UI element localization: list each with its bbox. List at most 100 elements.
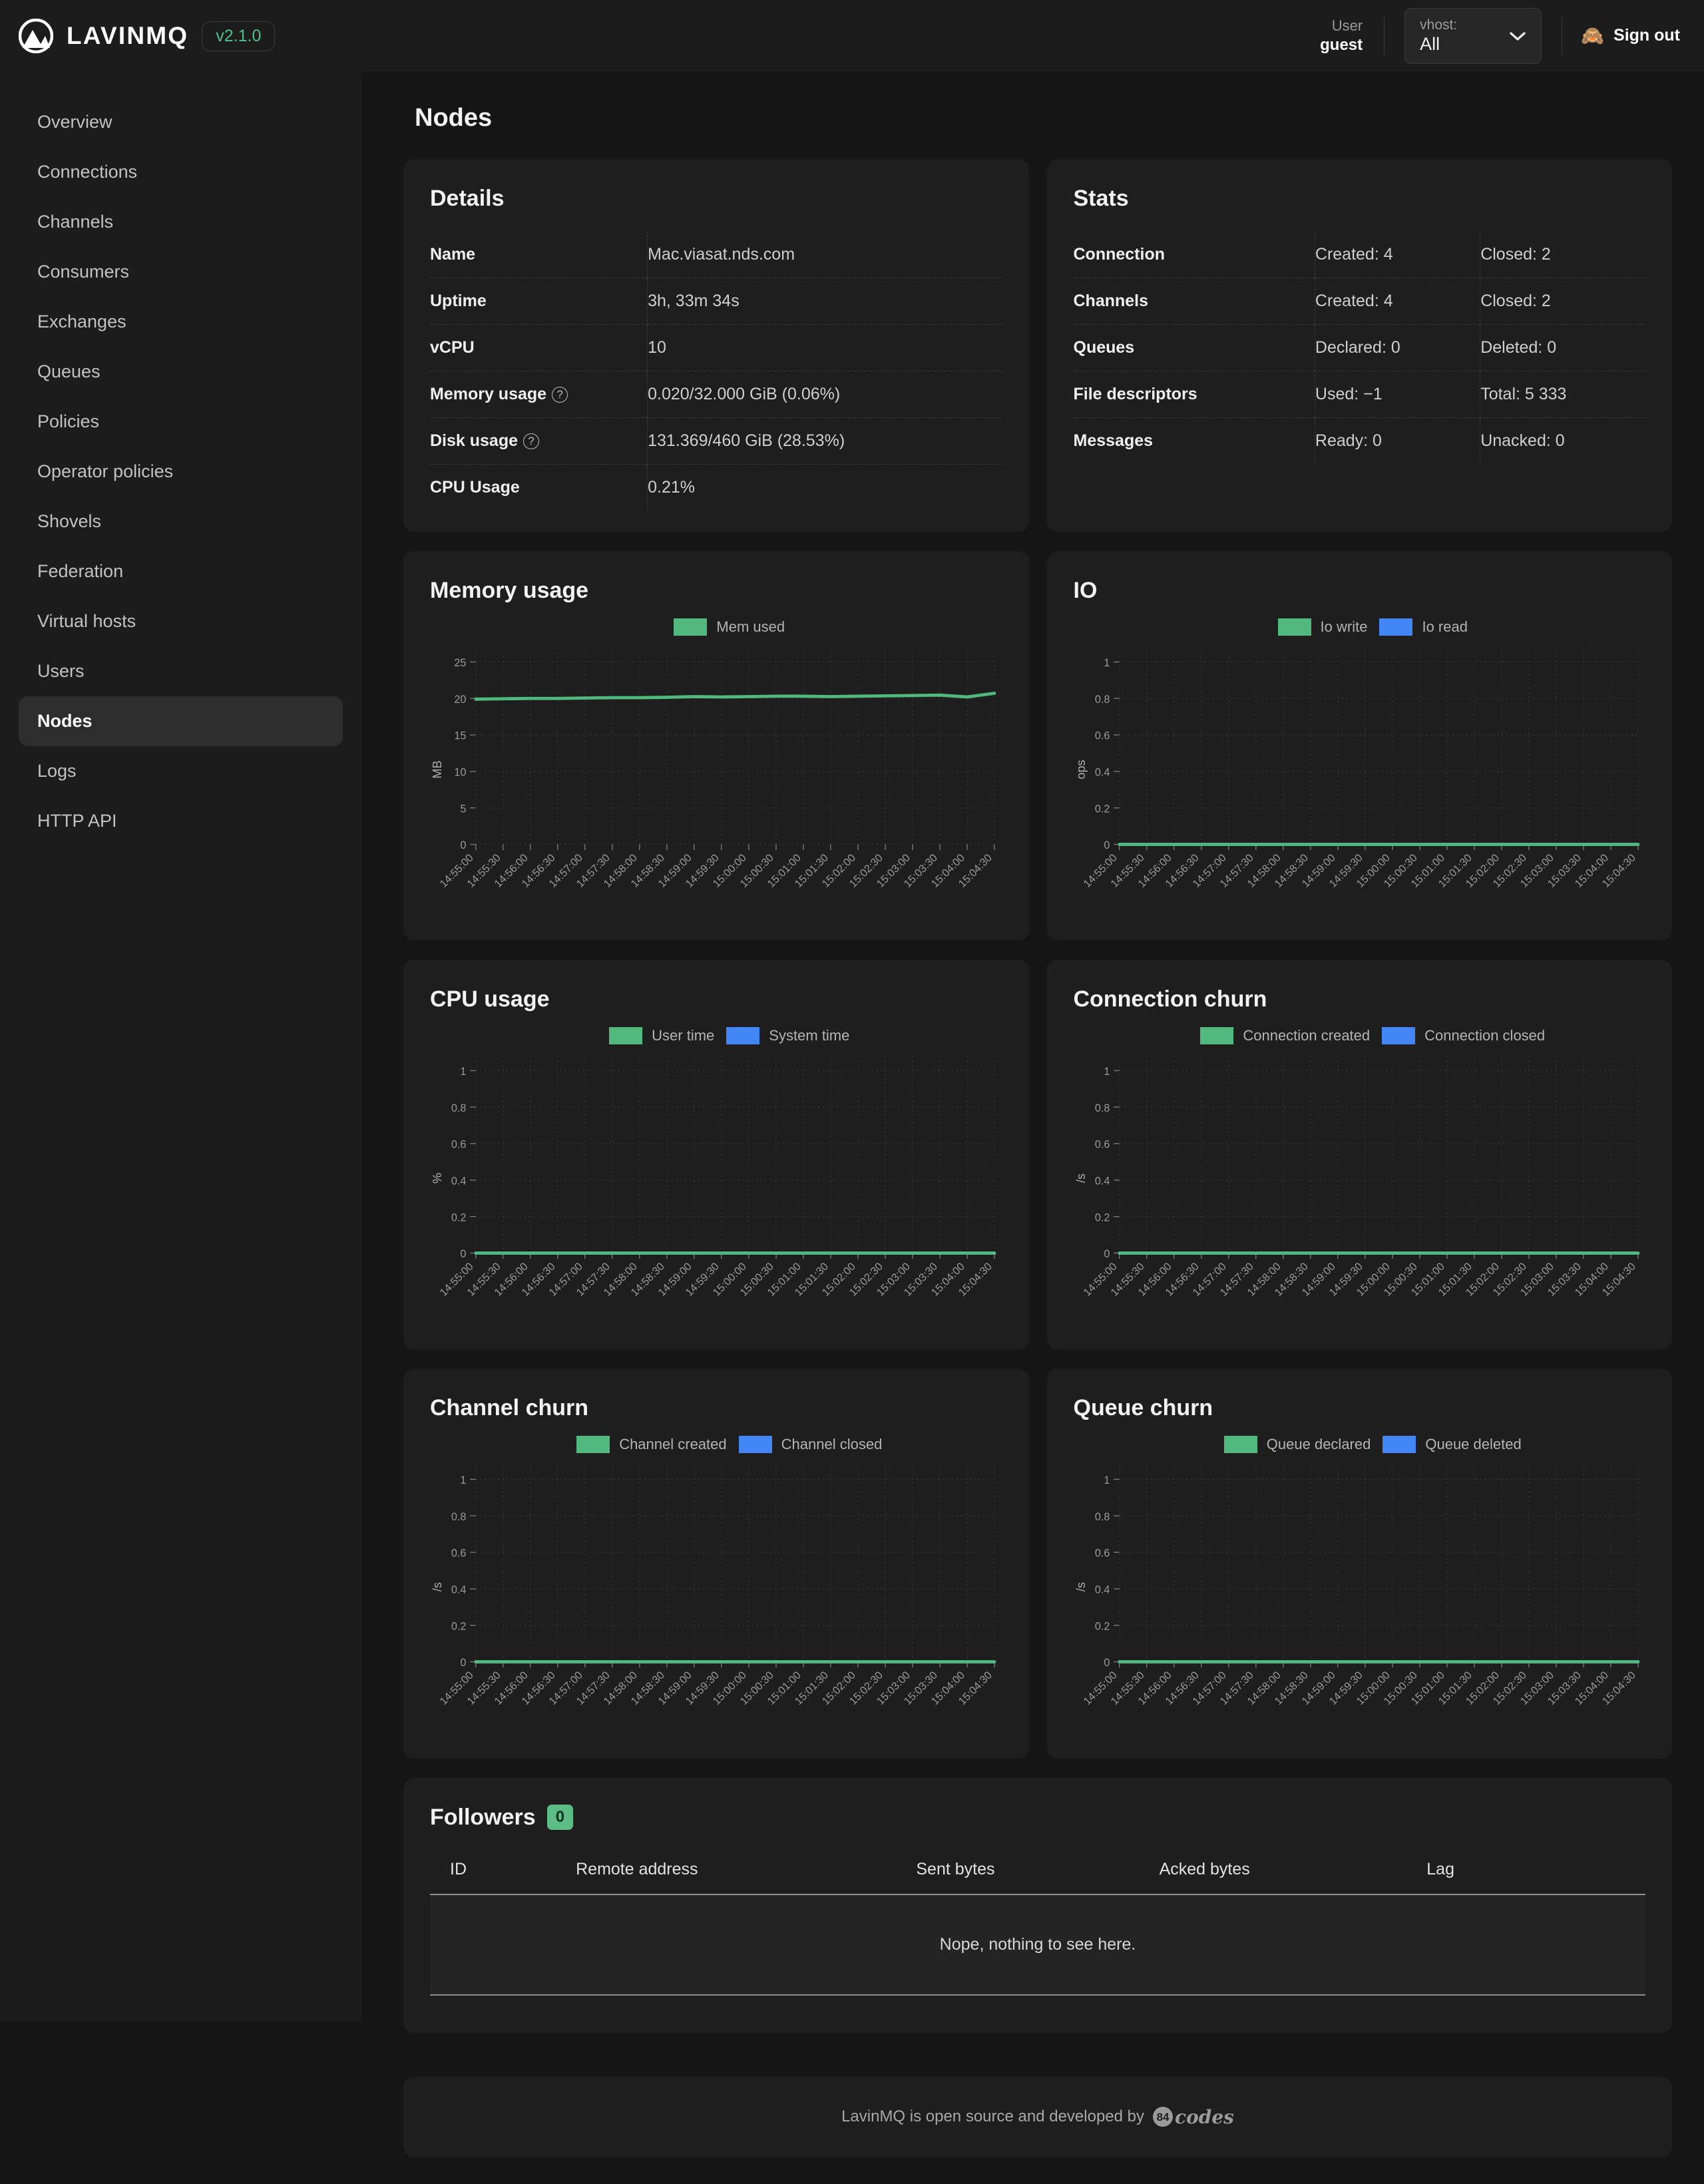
vhost-select[interactable]: vhost: All <box>1404 8 1542 64</box>
connection-churn-chart[interactable]: Connection created Connection closed 0 0.2… <box>1074 1027 1646 1328</box>
details-key: Uptime <box>430 278 648 325</box>
column-header-id[interactable]: ID <box>430 1859 576 1895</box>
svg-text:0: 0 <box>1104 1657 1110 1669</box>
connection-churn-chart-card: Connection churn Connection created Conne… <box>1046 960 1672 1350</box>
sidebar-item-overview[interactable]: Overview <box>19 97 343 147</box>
svg-text:/s: /s <box>431 1582 444 1592</box>
table-row: Disk usage? 131.369/460 GiB (28.53%) <box>430 417 1002 465</box>
svg-text:0.4: 0.4 <box>1094 1584 1110 1596</box>
details-table: Name Mac.viasat.nds.com Uptime 3h, 33m 3… <box>430 232 1002 511</box>
svg-text:0.6: 0.6 <box>1094 1139 1110 1151</box>
sidebar-item-nodes[interactable]: Nodes <box>19 696 343 746</box>
followers-card: Followers 0 ID Remote address Sent bytes… <box>403 1777 1672 2033</box>
svg-text:0.4: 0.4 <box>451 1176 467 1188</box>
stats-value-1: Created: 4 <box>1314 278 1480 325</box>
stats-value-2: Deleted: 0 <box>1480 324 1645 371</box>
table-row: Nope, nothing to see here. <box>430 1894 1645 1996</box>
sidebar-item-operator-policies[interactable]: Operator policies <box>19 447 343 497</box>
sidebar-item-federation[interactable]: Federation <box>19 546 343 596</box>
chart-legend: Queue declared Queue deleted <box>1074 1436 1646 1454</box>
cpu-usage-chart[interactable]: User time System time 0 0.2 0.4 0.6 0.8 1 14:55… <box>430 1027 1002 1328</box>
sidebar-nav: Overview Connections Channels Consumers … <box>0 72 361 2021</box>
details-key: Disk usage? <box>430 417 648 465</box>
table-row: Name Mac.viasat.nds.com <box>430 232 1002 278</box>
io-chart[interactable]: Io write Io read 0 0.2 0.4 0.6 0.8 1 14:55:00 14… <box>1074 618 1646 919</box>
column-header-sent-bytes[interactable]: Sent bytes <box>916 1859 1160 1895</box>
legend-item[interactable]: Queue declared <box>1223 1436 1371 1454</box>
column-header-remote-address[interactable]: Remote address <box>576 1859 917 1895</box>
column-header-lag[interactable]: Lag <box>1426 1859 1645 1895</box>
help-icon[interactable]: ? <box>523 433 540 449</box>
legend-item[interactable]: System time <box>726 1027 849 1045</box>
sidebar-item-consumers[interactable]: Consumers <box>19 247 343 297</box>
84codes-logo-icon[interactable]: 84 codes <box>1153 2106 1234 2128</box>
sidebar-item-http-api[interactable]: HTTP API <box>19 796 343 846</box>
svg-text:0.6: 0.6 <box>451 1139 467 1151</box>
sidebar-item-label: Overview <box>37 112 112 132</box>
details-key: Memory usage? <box>430 371 648 418</box>
chart-legend: Connection created Connection closed <box>1074 1027 1646 1045</box>
legend-item[interactable]: User time <box>609 1027 714 1045</box>
sidebar-item-queues[interactable]: Queues <box>19 347 343 397</box>
svg-text:0.2: 0.2 <box>1094 1621 1110 1633</box>
svg-text:15: 15 <box>454 730 466 742</box>
svg-text:1: 1 <box>460 1066 466 1078</box>
legend-item[interactable]: Io read <box>1379 618 1468 636</box>
svg-text:0.6: 0.6 <box>1094 730 1110 742</box>
brand-block[interactable]: LAVINMQ v2.1.0 <box>18 18 276 54</box>
vhost-label: vhost: <box>1420 17 1458 33</box>
chart-title: Memory usage <box>430 578 589 603</box>
sidebar-item-users[interactable]: Users <box>19 646 343 696</box>
queue-churn-chart[interactable]: Queue declared Queue deleted 0 0.2 0.4 0.6 0.… <box>1074 1436 1646 1737</box>
followers-title: Followers <box>430 1804 536 1830</box>
legend-item[interactable]: Channel created <box>576 1436 727 1454</box>
legend-item[interactable]: Mem used <box>674 618 785 636</box>
legend-item[interactable]: Connection created <box>1200 1027 1370 1045</box>
details-card: Details Name Mac.viasat.nds.com Uptime 3… <box>403 159 1029 532</box>
chart-plot: 00.20.40.60.8114:55:0014:55:3014:56:0014… <box>431 1464 996 1707</box>
sidebar-item-shovels[interactable]: Shovels <box>19 497 343 546</box>
svg-text:0: 0 <box>460 1248 466 1260</box>
svg-text:0.2: 0.2 <box>451 1621 467 1633</box>
page-footer: LavinMQ is open source and developed by … <box>361 2033 1704 2184</box>
details-value: Mac.viasat.nds.com <box>647 232 1002 278</box>
table-row: Connection Created: 4 Closed: 2 <box>1074 232 1645 278</box>
sign-out-button[interactable]: 🙈 Sign out <box>1581 26 1680 45</box>
svg-text:0.8: 0.8 <box>1094 1511 1110 1523</box>
current-user: User guest <box>1320 17 1385 55</box>
svg-text:0.8: 0.8 <box>1094 694 1110 706</box>
column-header-acked-bytes[interactable]: Acked bytes <box>1159 1859 1427 1895</box>
sidebar-item-exchanges[interactable]: Exchanges <box>19 297 343 347</box>
sidebar-item-connections[interactable]: Connections <box>19 147 343 197</box>
legend-item[interactable]: Io write <box>1277 618 1367 636</box>
sidebar-item-channels[interactable]: Channels <box>19 197 343 247</box>
chevron-down-icon <box>1509 31 1526 41</box>
followers-count-badge: 0 <box>546 1805 574 1830</box>
footer-badge-number: 84 <box>1153 2107 1173 2127</box>
svg-text:%: % <box>431 1173 444 1184</box>
memory-usage-chart[interactable]: Mem used 0 5 10 15 20 25 14:55:00 14:55:30 14:56… <box>430 618 1002 919</box>
sidebar-item-label: Channels <box>37 212 114 232</box>
sidebar-item-label: Consumers <box>37 262 130 282</box>
svg-text:0: 0 <box>460 839 466 851</box>
legend-swatch <box>1200 1027 1234 1045</box>
table-row: Channels Created: 4 Closed: 2 <box>1073 278 1645 325</box>
sidebar-item-label: Virtual hosts <box>37 611 136 631</box>
svg-text:20: 20 <box>454 694 466 706</box>
stats-table: Connection Created: 4 Closed: 2 Channels… <box>1073 232 1645 464</box>
legend-swatch <box>674 618 708 636</box>
sidebar-item-virtual-hosts[interactable]: Virtual hosts <box>19 596 343 646</box>
vhost-text: vhost: All <box>1420 17 1457 55</box>
svg-text:/s: /s <box>1074 1174 1088 1183</box>
legend-item[interactable]: Connection closed <box>1382 1027 1545 1045</box>
sidebar-item-logs[interactable]: Logs <box>19 746 343 796</box>
svg-text:1: 1 <box>1104 1474 1110 1486</box>
sidebar-item-policies[interactable]: Policies <box>19 397 343 447</box>
channel-churn-chart[interactable]: Channel created Channel closed 0 0.2 0.4 0.6… <box>430 1436 1002 1737</box>
legend-item[interactable]: Queue deleted <box>1383 1436 1522 1454</box>
legend-item[interactable]: Channel closed <box>738 1436 882 1454</box>
sidebar-item-label: Queues <box>37 361 101 381</box>
page-title: Nodes <box>415 104 493 132</box>
legend-swatch <box>1383 1436 1416 1454</box>
help-icon[interactable]: ? <box>552 387 568 403</box>
